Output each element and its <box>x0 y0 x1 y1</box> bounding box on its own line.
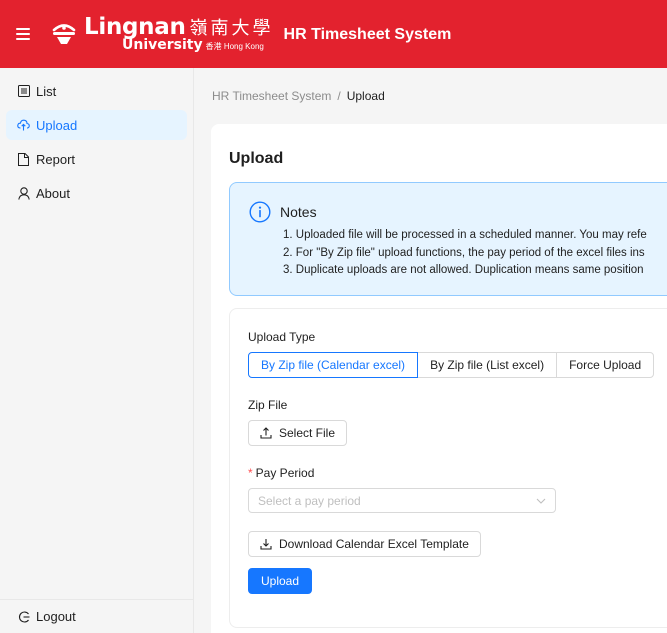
sidebar-nav: List Upload Report About <box>0 68 193 208</box>
pay-period-label: * Pay Period <box>248 466 314 480</box>
upload-type-calendar-excel[interactable]: By Zip file (Calendar excel) <box>248 352 419 378</box>
notes-title: Notes <box>280 204 317 220</box>
upload-type-force-upload[interactable]: Force Upload <box>556 352 655 378</box>
pay-period-placeholder: Select a pay period <box>258 493 361 508</box>
sidebar-item-label: List <box>36 83 57 99</box>
notes-line: 3. Duplicate uploads are not allowed. Du… <box>283 264 644 276</box>
upload-card: Upload Notes 1. Uploaded file will be pr… <box>211 124 667 633</box>
page-title: Upload <box>229 150 284 167</box>
pay-period-label-text: Pay Period <box>255 466 315 480</box>
list-icon <box>17 85 30 98</box>
pay-period-select[interactable]: Select a pay period <box>248 488 556 513</box>
sidebar-item-about[interactable]: About <box>6 178 187 208</box>
logo-university-text: University <box>122 37 203 53</box>
breadcrumb-separator: / <box>337 89 341 103</box>
download-icon <box>260 538 272 550</box>
select-file-button[interactable]: Select File <box>248 420 348 446</box>
logout-button[interactable]: Logout <box>0 599 193 633</box>
upload-type-segmented: By Zip file (Calendar excel) By Zip file… <box>248 352 655 378</box>
app-title: HR Timesheet System <box>283 26 452 43</box>
logo-hongkong-text: 香港 Hong Kong <box>205 42 264 51</box>
logo-chinese-text: 嶺南大學 <box>189 18 274 39</box>
logout-icon <box>17 610 30 623</box>
upload-type-list-excel[interactable]: By Zip file (List excel) <box>417 352 558 378</box>
upload-icon <box>260 427 272 439</box>
notes-line: 1. Uploaded file will be processed in a … <box>283 229 647 241</box>
breadcrumb-current: Upload <box>346 89 385 103</box>
app-header: Lingnan 嶺南大學 University 香港 Hong Kong HR … <box>0 0 667 68</box>
main-content: HR Timesheet System / Upload Upload Notes … <box>195 68 667 633</box>
breadcrumb-root[interactable]: HR Timesheet System <box>212 89 331 103</box>
info-icon <box>249 201 271 223</box>
logout-label: Logout <box>36 609 76 624</box>
sidebar-item-label: Upload <box>36 117 78 133</box>
sidebar: List Upload Report About Logout <box>0 68 194 633</box>
sidebar-item-report[interactable]: Report <box>6 144 187 174</box>
breadcrumb: HR Timesheet System / Upload <box>212 89 385 103</box>
lingnan-emblem-icon <box>52 24 76 44</box>
upload-form: Upload Type By Zip file (Calendar excel)… <box>229 308 667 628</box>
upload-button[interactable]: Upload <box>248 568 313 594</box>
lingnan-logo: Lingnan 嶺南大學 University 香港 Hong Kong <box>50 16 274 52</box>
file-icon <box>17 152 30 166</box>
logo-english-text: Lingnan <box>84 14 186 40</box>
sidebar-item-upload[interactable]: Upload <box>6 110 187 140</box>
required-mark: * <box>248 466 253 480</box>
notes-line: 2. For "By Zip file" upload functions, t… <box>283 246 645 259</box>
chevron-down-icon <box>536 498 546 504</box>
user-icon <box>17 186 30 200</box>
download-template-label: Download Calendar Excel Template <box>279 537 469 551</box>
sidebar-item-label: About <box>36 185 70 201</box>
notes-alert: Notes 1. Uploaded file will be processed… <box>229 182 667 296</box>
download-template-button[interactable]: Download Calendar Excel Template <box>248 531 481 557</box>
sidebar-item-label: Report <box>36 151 76 167</box>
select-file-label: Select File <box>279 426 336 440</box>
upload-type-label: Upload Type <box>248 330 316 344</box>
zip-file-label: Zip File <box>248 398 288 412</box>
sidebar-item-list[interactable]: List <box>6 76 187 106</box>
notes-list: 1. Uploaded file will be processed in a … <box>283 227 647 280</box>
menu-toggle-icon[interactable] <box>16 28 30 40</box>
cloud-upload-icon <box>17 119 30 132</box>
